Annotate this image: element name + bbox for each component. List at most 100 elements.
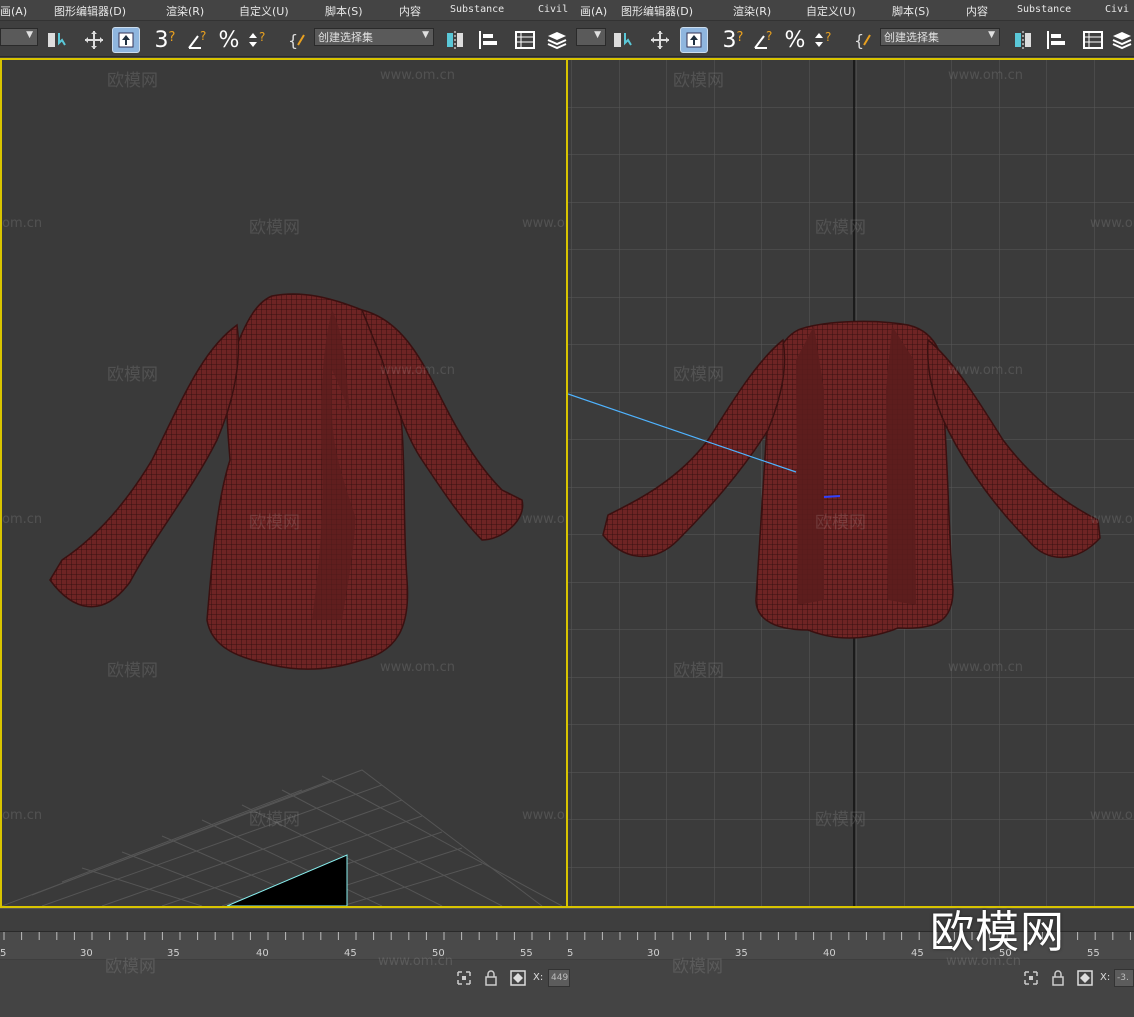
menu-item-rendering[interactable]: 渲染(R) — [166, 3, 204, 19]
percent-snap-icon[interactable]: % — [216, 27, 242, 53]
watermark-url: www.om.cn — [522, 216, 566, 231]
menu-bar: 画(A) 图形编辑器(D) 渲染(R) 自定义(U) 脚本(S) 内容 Subs… — [0, 0, 1134, 20]
tick-label: 35 — [735, 948, 748, 959]
mirror-icon[interactable] — [442, 27, 468, 53]
svg-text:?: ? — [259, 30, 265, 44]
menu-item-scripting-2[interactable]: 脚本(S) — [892, 3, 930, 19]
watermark-url: www.om.cn — [380, 68, 455, 83]
question-icon: ? — [736, 29, 744, 45]
filter-dropdown[interactable]: ▼ — [0, 28, 38, 46]
menu-item-content-2[interactable]: 内容 — [966, 3, 988, 19]
angle-snap-icon-2[interactable]: ? — [750, 27, 778, 53]
edit-named-selection-icon-2[interactable]: { — [852, 27, 878, 53]
snap-toggle-icon[interactable]: 3? — [150, 27, 180, 53]
layer-explorer-icon-2[interactable] — [1110, 27, 1134, 53]
menu-item-scripting[interactable]: 脚本(S) — [325, 3, 363, 19]
watermark-url: www.om.cn — [948, 660, 1023, 675]
angle-snap-icon[interactable]: ? — [184, 27, 212, 53]
tick-label: 45 — [911, 948, 924, 959]
align-icon[interactable] — [474, 27, 502, 53]
chevron-down-icon: ▼ — [988, 30, 995, 40]
menu-item-graph-editors[interactable]: 图形编辑器(D) — [54, 3, 126, 19]
watermark-url: om.cn — [2, 216, 43, 231]
watermark-text: 欧模网 — [672, 957, 723, 977]
menu-item-substance-2[interactable]: Substance — [1017, 4, 1071, 15]
snap-toggle-icon-2[interactable]: 3? — [718, 27, 748, 53]
watermark-text: 欧模网 — [249, 513, 300, 533]
edit-named-selection-icon[interactable]: { — [286, 27, 312, 53]
select-object-button-2[interactable] — [680, 27, 708, 53]
watermark-text: 欧模网 — [249, 218, 300, 238]
x-coordinate-field[interactable]: 449 — [548, 969, 570, 987]
main-toolbar: ▼ 3? ? % ? { 创建选择集 ▼ ▼ 3? ? % ? {创建选择集 … — [0, 20, 1134, 57]
chevron-down-icon: ▼ — [422, 30, 429, 40]
watermark-text: 欧模网 — [107, 71, 158, 91]
select-object-button[interactable] — [112, 27, 140, 53]
watermark-text: 欧模网 — [815, 810, 866, 830]
svg-text:{: { — [288, 31, 298, 50]
tick-label: 35 — [167, 948, 180, 959]
scene-explorer-icon[interactable] — [512, 27, 538, 53]
spinner-snap-icon-2[interactable]: ? — [812, 27, 838, 53]
lock-icon-2[interactable] — [1050, 970, 1066, 986]
absolute-mode-icon[interactable] — [510, 970, 526, 986]
menu-item-graph-editors-2[interactable]: 图形编辑器(D) — [621, 3, 693, 19]
watermark-text: 欧模网 — [673, 71, 724, 91]
x-coordinate-label: X: — [533, 972, 544, 983]
svg-text:?: ? — [825, 30, 831, 44]
layer-explorer-icon[interactable] — [544, 27, 570, 53]
move-icon-2[interactable] — [648, 27, 672, 53]
watermark-url: www.om.cn — [948, 363, 1023, 378]
status-bar: X: 449 X: -3. 欧模网 www.om.cn 欧模网 www.om.c… — [0, 954, 1134, 1017]
tick-label: 40 — [256, 948, 269, 959]
jacket-mesh[interactable] — [49, 293, 524, 670]
menu-item-content[interactable]: 内容 — [399, 3, 421, 19]
lock-icon[interactable] — [483, 970, 499, 986]
watermark-url: om.cn — [2, 808, 43, 823]
select-link-icon-2[interactable] — [610, 27, 636, 53]
menu-item-customize[interactable]: 自定义(U) — [239, 3, 289, 19]
front-viewport[interactable]: 欧模网 www.om.cn 欧模网 www.om.cn 欧模网 www.om.c… — [566, 58, 1134, 908]
x-coordinate-field-2[interactable]: -3. — [1114, 969, 1134, 987]
front-scene — [568, 60, 1134, 906]
chevron-down-icon: ▼ — [26, 30, 33, 40]
scene-explorer-icon-2[interactable] — [1080, 27, 1106, 53]
watermark-url: www.om.cn — [1090, 512, 1134, 527]
tick-label: 5 — [0, 948, 7, 959]
tick-label: 30 — [647, 948, 660, 959]
menu-item-customize-2[interactable]: 自定义(U) — [806, 3, 856, 19]
menu-item-substance[interactable]: Substance — [450, 4, 504, 15]
watermark-url: om.cn — [2, 512, 43, 527]
isolate-selection-icon-2[interactable] — [1023, 970, 1039, 986]
menu-item-civil-2[interactable]: Civi — [1105, 4, 1129, 15]
align-icon-2[interactable] — [1042, 27, 1070, 53]
filter-dropdown-2[interactable]: ▼ — [576, 28, 606, 46]
select-link-icon[interactable] — [44, 27, 70, 53]
menu-item-civil[interactable]: Civil — [538, 4, 568, 15]
watermark-text: 欧模网 — [673, 365, 724, 385]
watermark-text: 欧模网 — [107, 661, 158, 681]
menu-item-animation[interactable]: 画(A) — [0, 3, 27, 19]
menu-item-animation-2[interactable]: 画(A) — [580, 3, 607, 19]
absolute-mode-icon-2[interactable] — [1077, 970, 1093, 986]
isolate-selection-icon[interactable] — [456, 970, 472, 986]
mirror-icon-2[interactable] — [1010, 27, 1036, 53]
percent-snap-icon-2[interactable]: % — [782, 27, 808, 53]
chevron-down-icon: ▼ — [594, 30, 601, 40]
question-icon: ? — [168, 29, 176, 45]
named-selection-dropdown-2[interactable]: 创建选择集 ▼ — [880, 28, 1000, 46]
watermark-text: 欧模网 — [815, 218, 866, 238]
tick-label: 55 — [1087, 948, 1100, 959]
watermark-text: 欧模网 — [815, 513, 866, 533]
watermark-text: 欧模网 — [107, 365, 158, 385]
spinner-snap-icon[interactable]: ? — [246, 27, 272, 53]
named-selection-dropdown[interactable]: 创建选择集 ▼ — [314, 28, 434, 46]
watermark-url: www.om.cn — [522, 808, 566, 823]
watermark-url: www.om.cn — [1090, 808, 1134, 823]
brand-logo: 欧模网 — [930, 907, 1065, 958]
watermark-url: www.om.cn — [1090, 216, 1134, 231]
move-icon[interactable] — [82, 27, 106, 53]
perspective-viewport[interactable]: 欧模网 www.om.cn om.cn 欧模网 www.om.cn 欧模网 ww… — [0, 58, 568, 908]
menu-item-rendering-2[interactable]: 渲染(R) — [733, 3, 771, 19]
watermark-url: www.om.cn — [522, 512, 566, 527]
